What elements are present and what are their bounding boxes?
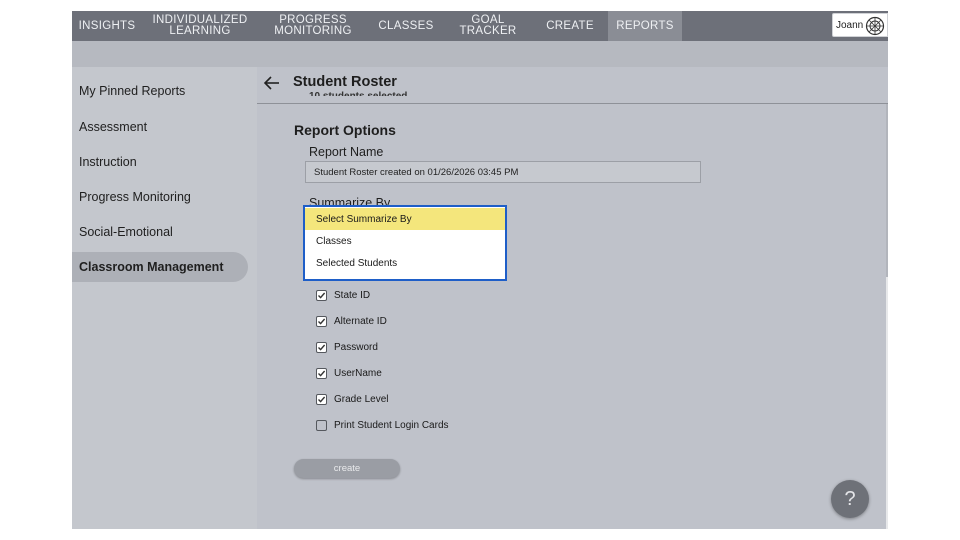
sidebar-item-assessment[interactable]: Assessment — [72, 112, 248, 142]
checkbox-label: Password — [334, 341, 378, 353]
checkbox-checked-icon — [316, 315, 327, 327]
scrollbar-thumb[interactable] — [886, 277, 888, 529]
back-arrow-icon[interactable] — [263, 74, 281, 92]
sidebar-item-progress-monitoring[interactable]: Progress Monitoring — [72, 182, 248, 212]
checkbox-print-student-login-cards[interactable]: Print Student Login Cards — [316, 417, 449, 433]
nav-goal-tracker[interactable]: GOAL TRACKER — [444, 11, 532, 41]
top-navigation: INSIGHTS INDIVIDUALIZED LEARNING PROGRES… — [72, 11, 888, 41]
checkbox-label: State ID — [334, 289, 371, 301]
avatar-icon — [865, 16, 885, 36]
app-window: INSIGHTS INDIVIDUALIZED LEARNING PROGRES… — [72, 11, 888, 529]
sidebar-item-classroom-management[interactable]: Classroom Management — [72, 252, 248, 282]
main-content: Student Roster 10 students selected Repo… — [257, 67, 888, 529]
summarize-by-dropdown[interactable]: Select Summarize By Classes Selected Stu… — [303, 205, 507, 281]
page-header: Student Roster 10 students selected — [257, 67, 888, 104]
checkbox-label: UserName — [334, 367, 382, 379]
nav-progress-monitoring[interactable]: PROGRESS MONITORING — [263, 11, 363, 41]
sidebar-item-instruction[interactable]: Instruction — [72, 147, 248, 177]
dropdown-option-selected-students[interactable]: Selected Students — [305, 252, 505, 274]
checkbox-checked-icon — [316, 367, 327, 379]
checkbox-checked-icon — [316, 341, 327, 353]
checkbox-username[interactable]: UserName — [316, 365, 382, 381]
sidebar-item-my-pinned-reports[interactable]: My Pinned Reports — [72, 76, 248, 106]
nav-classes[interactable]: CLASSES — [375, 11, 437, 41]
create-button[interactable]: create — [294, 459, 400, 478]
checkbox-label: Grade Level — [334, 393, 389, 405]
sidebar: My Pinned Reports Assessment Instruction… — [72, 67, 257, 529]
dropdown-option-select-summarize-by[interactable]: Select Summarize By — [305, 208, 505, 230]
checkbox-alternate-id[interactable]: Alternate ID — [316, 313, 387, 329]
nav-create[interactable]: CREATE — [542, 11, 598, 41]
checkbox-state-id[interactable]: State ID — [316, 287, 370, 303]
sidebar-item-social-emotional[interactable]: Social-Emotional — [72, 217, 248, 247]
report-name-input[interactable]: Student Roster created on 01/26/2026 03:… — [305, 161, 701, 183]
checkbox-password[interactable]: Password — [316, 339, 378, 355]
checkbox-checked-icon — [316, 289, 327, 301]
help-question-icon: ? — [844, 487, 856, 510]
selected-count-text: 10 students selected — [309, 91, 407, 96]
checkbox-checked-icon — [316, 393, 327, 405]
section-title: Report Options — [294, 122, 396, 138]
user-name: Joann — [836, 19, 864, 31]
dropdown-option-classes[interactable]: Classes — [305, 230, 505, 252]
nav-reports[interactable]: REPORTS — [608, 11, 682, 41]
user-menu[interactable]: Joann — [832, 13, 888, 37]
nav-insights[interactable]: INSIGHTS — [72, 11, 142, 41]
summarize-by-label: Summarize By — [309, 196, 391, 205]
nav-individualized-learning[interactable]: INDIVIDUALIZED LEARNING — [150, 11, 250, 41]
checkbox-label: Print Student Login Cards — [334, 419, 449, 431]
sub-header-bar — [72, 41, 888, 67]
page-title: Student Roster — [293, 74, 397, 90]
help-button[interactable]: ? — [831, 480, 869, 518]
checkbox-label: Alternate ID — [334, 315, 387, 327]
checkbox-grade-level[interactable]: Grade Level — [316, 391, 388, 407]
checkbox-unchecked-icon — [316, 419, 327, 431]
report-name-label: Report Name — [309, 145, 384, 159]
